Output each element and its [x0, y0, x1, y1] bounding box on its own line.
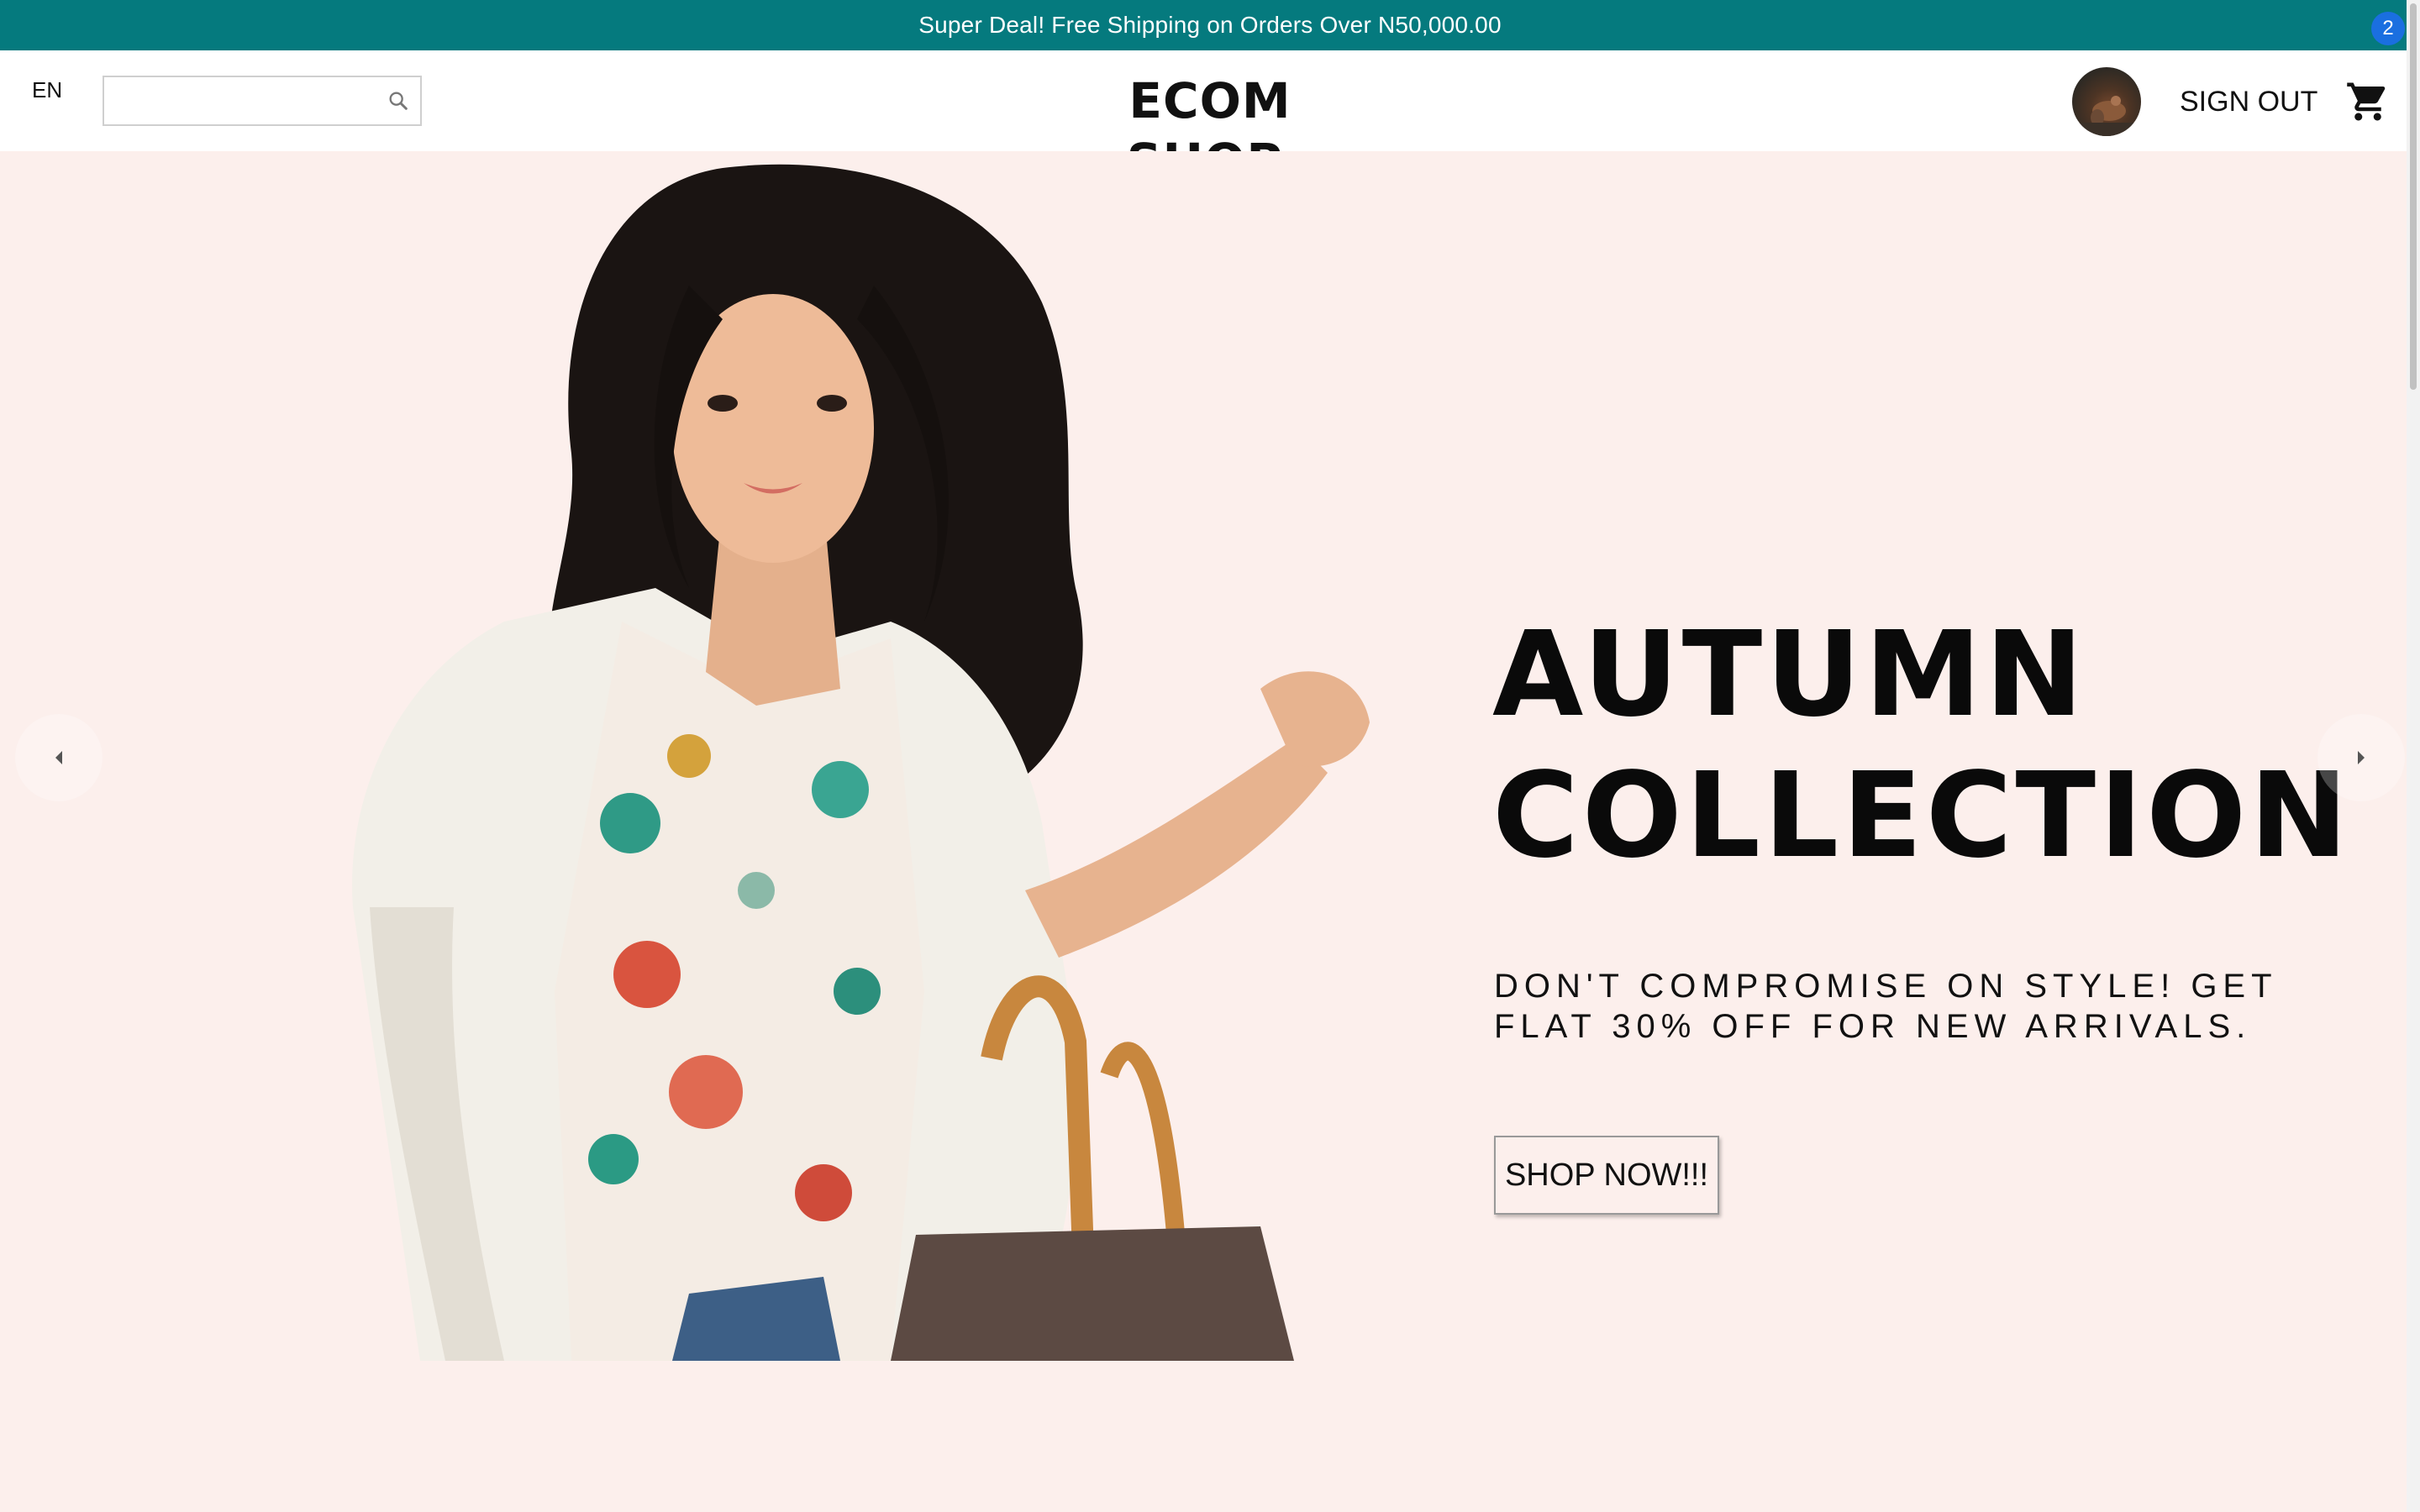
shop-now-button[interactable]: SHOP NOW!!! [1494, 1136, 1719, 1215]
avatar[interactable] [2072, 67, 2141, 136]
search-icon[interactable] [387, 89, 410, 113]
language-selector[interactable]: EN [32, 77, 62, 103]
hero-title-line-1: AUTUMN [1492, 606, 2087, 743]
scrollbar-thumb[interactable] [2410, 3, 2417, 390]
carousel-prev-button[interactable] [15, 714, 103, 801]
carousel-next-button[interactable] [2317, 714, 2405, 801]
hero-title-line-2: COLLECTION [1492, 748, 2352, 885]
search-input[interactable] [104, 77, 381, 124]
site-logo[interactable]: ECOM SHOP. [1050, 71, 1370, 190]
sign-out-link[interactable]: SIGN OUT [2180, 86, 2317, 118]
chevron-right-icon [2358, 751, 2365, 764]
hero-title: AUTUMN COLLECTION [1492, 605, 2375, 887]
search-box [103, 76, 422, 126]
cart-icon[interactable] [2344, 79, 2391, 124]
hero-model-image [352, 164, 1370, 1361]
promo-text: Super Deal! Free Shipping on Orders Over… [918, 12, 1502, 38]
site-header: EN ECOM SHOP. SIGN OUT [0, 50, 2420, 190]
promo-banner: Super Deal! Free Shipping on Orders Over… [0, 0, 2420, 50]
chevron-left-icon [55, 751, 62, 764]
hero-subtitle: DON'T COMPROMISE ON STYLE! GET FLAT 30% … [1494, 968, 2277, 1045]
model-arm [1025, 739, 1328, 958]
page-scrollbar[interactable] [2407, 0, 2420, 1512]
hero-banner: AUTUMN COLLECTION DON'T COMPROMISE ON ST… [0, 151, 2420, 1512]
cart-count-badge: 2 [2371, 12, 2405, 45]
model-handbag [891, 1226, 1294, 1361]
